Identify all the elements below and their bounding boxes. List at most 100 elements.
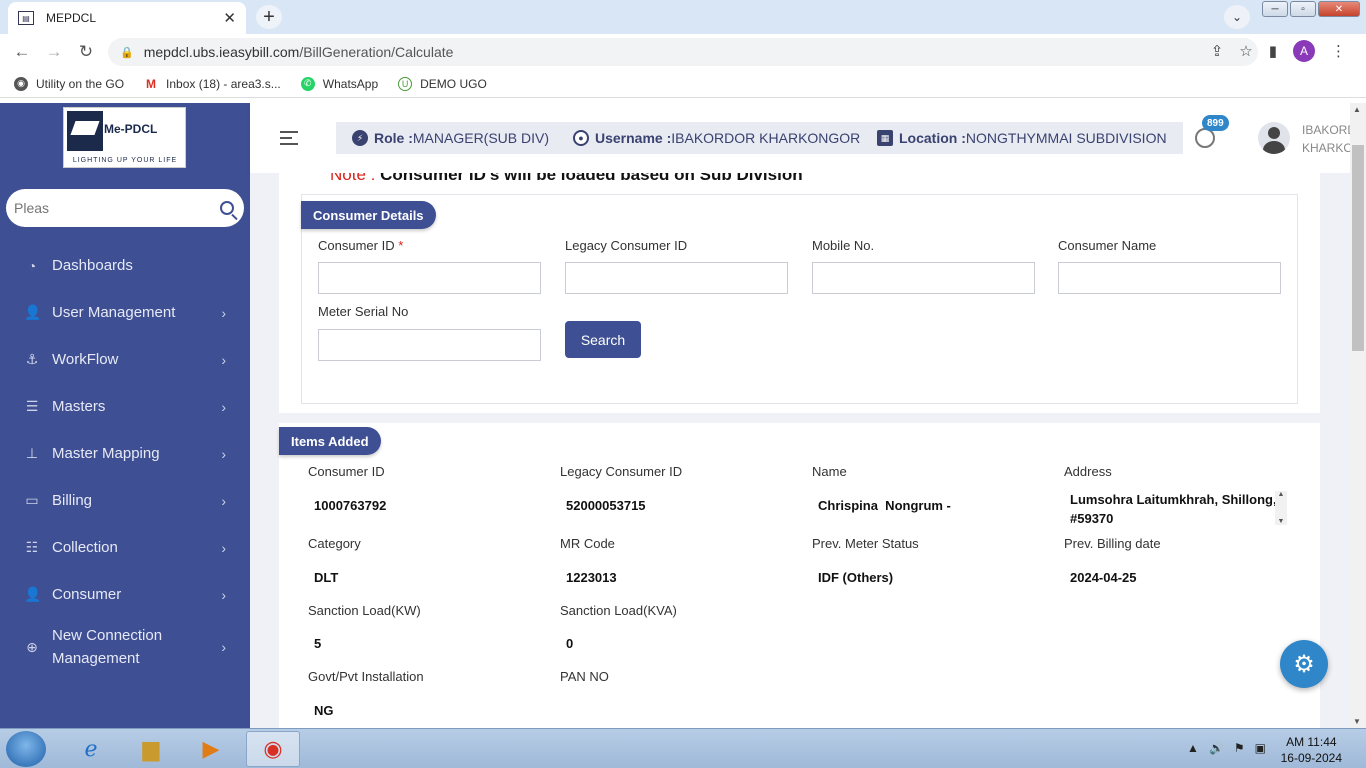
item-value-sanction-load-kw: 5 xyxy=(314,636,322,651)
share-icon[interactable]: ⇪ xyxy=(1211,42,1224,60)
network-icon[interactable]: ▣ xyxy=(1255,741,1266,755)
items-added-card: Items Added Consumer ID 1000763792 Legac… xyxy=(279,423,1320,728)
scroll-down-icon[interactable]: ▼ xyxy=(1278,518,1285,525)
media-player-icon[interactable]: ▶ xyxy=(184,731,238,767)
sidebar-item-user-management[interactable]: 👤 User Management › xyxy=(0,289,250,336)
ie-icon[interactable]: ℯ xyxy=(64,731,118,767)
tab-close-icon[interactable]: ✕ xyxy=(223,9,236,27)
menu-kebab-icon[interactable]: ⋮ xyxy=(1331,42,1346,60)
chevron-right-icon: › xyxy=(221,398,226,415)
item-label-legacy-id: Legacy Consumer ID xyxy=(560,464,683,479)
logo-mark-icon xyxy=(67,111,103,151)
item-value-installation: NG xyxy=(314,703,334,718)
profile-avatar[interactable]: A xyxy=(1293,40,1315,62)
window-close-button[interactable]: ✕ xyxy=(1318,1,1360,17)
app-header: ⚡ Role : MANAGER(SUB DIV) ● Username : I… xyxy=(250,103,1352,173)
chevron-right-icon: › xyxy=(221,586,226,603)
item-value-prev-meter-status: IDF (Others) xyxy=(818,570,894,585)
windows-taskbar: ℯ ▆ ▶ ◉ ▲ 🔊 ⚑ ▣ AM 11:44 16-09-2024 xyxy=(0,728,1366,768)
chevron-right-icon: › xyxy=(221,351,226,368)
sidebar-item-master-mapping[interactable]: ⊥ Master Mapping › xyxy=(0,430,250,477)
chrome-icon[interactable]: ◉ xyxy=(246,731,300,767)
tab-search-icon[interactable]: ⌄ xyxy=(1224,5,1250,29)
start-button[interactable] xyxy=(6,731,46,767)
sidebar-item-masters[interactable]: ☰ Masters › xyxy=(0,383,250,430)
url-field[interactable]: 🔒 mepdcl.ubs.ieasybill.com /BillGenerati… xyxy=(108,38,1258,66)
consumer-id-input[interactable] xyxy=(318,262,541,294)
page-scrollbar[interactable]: ▲ ▼ xyxy=(1350,103,1366,728)
scrollbar-thumb[interactable] xyxy=(1352,145,1364,351)
location-pill: ▦ Location : NONGTHYMMAI SUBDIVISION xyxy=(861,122,1183,154)
sidebar-item-collection[interactable]: ☷ Collection › xyxy=(0,524,250,571)
scroll-up-icon[interactable]: ▲ xyxy=(1353,105,1361,114)
bookmark-whatsapp[interactable]: ✆ WhatsApp xyxy=(300,76,378,91)
chevron-right-icon: › xyxy=(221,539,226,556)
main-content: Note : Consumer ID's will be loaded base… xyxy=(250,173,1350,728)
taskbar-clock[interactable]: AM 11:44 16-09-2024 xyxy=(1281,734,1342,766)
bookmark-inbox[interactable]: M Inbox (18) - area3.s... xyxy=(144,76,281,91)
user-avatar[interactable] xyxy=(1258,122,1290,154)
item-value-address[interactable]: Lumsohra Laitumkhrah, Shillong, #59370 xyxy=(1064,490,1294,524)
anchor-icon: ⚓ xyxy=(25,351,39,367)
minimize-button[interactable]: ─ xyxy=(1262,1,1288,17)
sidebar-item-dashboards[interactable]: ◔ Dashboards xyxy=(0,242,250,289)
sidebar-item-workflow[interactable]: ⚓ WorkFlow › xyxy=(0,336,250,383)
item-label-sanction-load-kw: Sanction Load(KW) xyxy=(308,603,421,618)
settings-gear-icon[interactable]: ⚙ xyxy=(1280,640,1328,688)
notification-clock-icon[interactable] xyxy=(1195,128,1215,148)
bookmark-demo-ugo[interactable]: U DEMO UGO xyxy=(398,76,487,91)
consumer-details-panel: Consumer Details Consumer ID * Legacy Co… xyxy=(301,194,1298,404)
search-icon[interactable] xyxy=(220,201,234,215)
new-tab-button[interactable]: + xyxy=(256,5,282,29)
sidebar-item-billing[interactable]: ▭ Billing › xyxy=(0,477,250,524)
flag-icon[interactable]: ⚑ xyxy=(1234,741,1245,755)
bookmarks-bar: ◉ Utility on the GO M Inbox (18) - area3… xyxy=(0,70,1366,98)
mobile-no-input[interactable] xyxy=(812,262,1035,294)
forward-icon[interactable]: → xyxy=(38,42,70,62)
tray-expand-icon[interactable]: ▲ xyxy=(1187,741,1199,755)
item-value-legacy-id: 52000053715 xyxy=(566,498,646,513)
note-text: Note : Consumer ID's will be loaded base… xyxy=(330,173,803,184)
legacy-consumer-id-input[interactable] xyxy=(565,262,788,294)
search-button[interactable]: Search xyxy=(565,321,641,358)
consumer-id-label: Consumer ID * xyxy=(318,238,404,253)
meter-serial-input[interactable] xyxy=(318,329,541,361)
address-scrollbar[interactable]: ▲ ▼ xyxy=(1275,491,1287,525)
scroll-down-icon[interactable]: ▼ xyxy=(1353,717,1361,726)
browser-tab[interactable]: ▤ MEPDCL ✕ xyxy=(8,2,246,34)
sidebar-search-input[interactable] xyxy=(14,200,220,216)
item-label-address: Address xyxy=(1064,464,1112,479)
ugo-icon: U xyxy=(398,76,413,91)
chevron-right-icon: › xyxy=(221,304,226,321)
star-icon[interactable]: ☆ xyxy=(1239,42,1252,60)
dashboard-icon: ◔ xyxy=(27,257,37,274)
reload-icon[interactable]: ↻ xyxy=(70,42,102,62)
user-name[interactable]: IBAKORD KHARKO xyxy=(1302,121,1352,157)
item-label-pan-no: PAN NO xyxy=(560,669,609,684)
site-favicon-icon: ▤ xyxy=(18,11,34,25)
chevron-right-icon: › xyxy=(221,445,226,462)
bolt-icon: ⚡ xyxy=(352,130,368,146)
scroll-up-icon[interactable]: ▲ xyxy=(1278,491,1285,498)
sidebar: Me-PDCL LIGHTING UP YOUR LIFE ◔ Dashboar… xyxy=(0,103,250,728)
item-label-consumer-id: Consumer ID xyxy=(308,464,385,479)
volume-icon[interactable]: 🔊 xyxy=(1209,741,1224,755)
maximize-button[interactable]: ▫ xyxy=(1290,1,1316,17)
list-icon: ☰ xyxy=(25,398,39,414)
lock-icon: 🔒 xyxy=(120,46,134,59)
window-controls: ─ ▫ ✕ xyxy=(1262,1,1360,17)
sidepanel-icon[interactable]: ▮ xyxy=(1269,42,1277,60)
sidebar-item-new-connection-management[interactable]: ⊕ New Connection Management › xyxy=(0,618,250,676)
item-label-prev-meter-status: Prev. Meter Status xyxy=(812,536,919,551)
role-value: MANAGER(SUB DIV) xyxy=(412,130,550,146)
explorer-folder-icon[interactable]: ▆ xyxy=(124,731,178,767)
hamburger-menu-icon[interactable] xyxy=(280,131,298,149)
sidebar-item-consumer[interactable]: 👤 Consumer › xyxy=(0,571,250,618)
address-bar: ← → ↻ 🔒 mepdcl.ubs.ieasybill.com /BillGe… xyxy=(0,34,1366,70)
mepdcl-logo[interactable]: Me-PDCL LIGHTING UP YOUR LIFE xyxy=(63,107,186,168)
consumer-name-input[interactable] xyxy=(1058,262,1281,294)
location-value: NONGTHYMMAI SUBDIVISION xyxy=(965,130,1167,146)
back-icon[interactable]: ← xyxy=(6,42,38,62)
bookmark-utility-on-the-go[interactable]: ◉ Utility on the GO xyxy=(14,76,124,91)
user-icon: 👤 xyxy=(24,304,42,320)
